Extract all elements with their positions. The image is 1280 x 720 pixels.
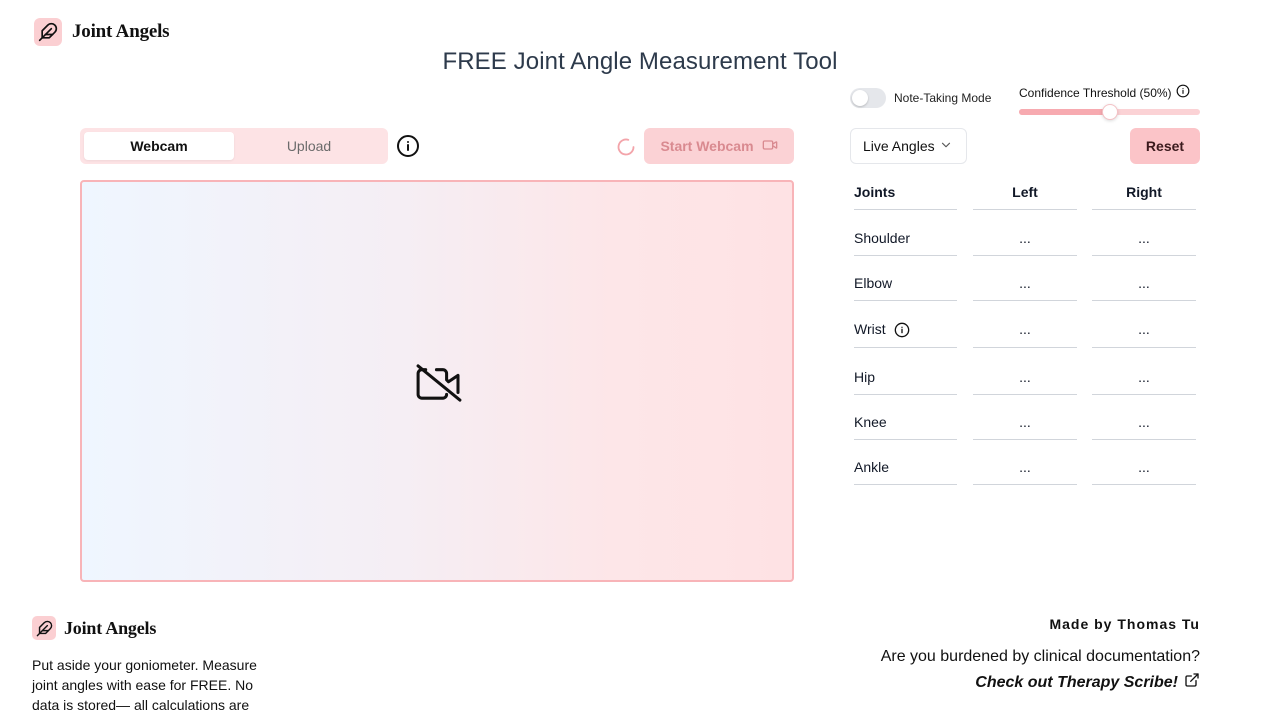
- video-off-icon: [416, 364, 462, 402]
- info-icon[interactable]: [396, 134, 420, 158]
- left-angle: ...: [973, 459, 1077, 485]
- external-link-icon: [1184, 672, 1200, 693]
- feather-icon: [32, 616, 56, 640]
- joint-name: Elbow: [854, 275, 957, 301]
- left-angle: ...: [973, 414, 1077, 440]
- slider-fill: [1019, 109, 1110, 115]
- right-angle: ...: [1092, 369, 1196, 395]
- info-icon[interactable]: [1176, 84, 1190, 101]
- angle-mode-value: Live Angles: [863, 138, 935, 154]
- confidence-label: Confidence Threshold (50%): [1019, 85, 1172, 100]
- logo-text: Joint Angels: [72, 21, 170, 42]
- page-title: FREE Joint Angle Measurement Tool: [442, 48, 838, 75]
- therapy-scribe-link-text: Check out Therapy Scribe!: [975, 673, 1178, 691]
- joint-name: Ankle: [854, 459, 957, 485]
- video-preview-area: [80, 180, 794, 582]
- joint-name: Hip: [854, 369, 957, 395]
- joint-name-cell: Wrist: [854, 321, 957, 348]
- right-angle: ...: [1092, 321, 1196, 348]
- note-taking-toggle-row: Note-Taking Mode: [850, 88, 991, 108]
- left-angle: ...: [973, 275, 1077, 301]
- therapy-scribe-link[interactable]: Check out Therapy Scribe!: [975, 672, 1200, 693]
- footer-logo[interactable]: Joint Angels: [32, 616, 156, 640]
- joint-name: Shoulder: [854, 230, 957, 256]
- footer-tagline: Put aside your goniometer. Measure joint…: [32, 657, 257, 720]
- left-angle: ...: [973, 369, 1077, 395]
- note-taking-label: Note-Taking Mode: [894, 91, 992, 105]
- slider-thumb[interactable]: [1101, 104, 1118, 120]
- right-angle: ...: [1092, 230, 1196, 256]
- angle-mode-select[interactable]: Live Angles: [850, 128, 967, 164]
- tab-upload[interactable]: Upload: [234, 132, 384, 160]
- mode-tabs: Webcam Upload: [80, 128, 388, 164]
- info-icon[interactable]: [894, 322, 910, 341]
- right-angle: ...: [1092, 459, 1196, 485]
- start-webcam-button[interactable]: Start Webcam: [644, 128, 794, 164]
- left-angle: ...: [973, 230, 1077, 256]
- confidence-slider[interactable]: [1019, 104, 1200, 120]
- chevron-down-icon: [939, 138, 953, 155]
- column-header-joints: Joints: [854, 184, 957, 210]
- right-angle: ...: [1092, 275, 1196, 301]
- footer-logo-text: Joint Angels: [64, 617, 157, 638]
- header-logo[interactable]: Joint Angels: [34, 18, 170, 46]
- start-webcam-label: Start Webcam: [660, 138, 754, 154]
- joint-name: Knee: [854, 414, 957, 440]
- joint-name: Wrist: [854, 321, 886, 337]
- burden-text: Are you burdened by clinical documentati…: [880, 648, 1200, 665]
- tab-webcam[interactable]: Webcam: [84, 132, 234, 160]
- column-header-right: Right: [1092, 184, 1196, 210]
- toggle-knob: [852, 90, 868, 106]
- note-taking-toggle[interactable]: [850, 88, 886, 108]
- left-angle: ...: [973, 321, 1077, 348]
- video-camera-icon: [762, 137, 778, 156]
- column-header-left: Left: [973, 184, 1077, 210]
- reset-button[interactable]: Reset: [1130, 128, 1200, 164]
- feather-icon: [34, 18, 62, 46]
- loading-spinner-icon: [616, 137, 636, 157]
- confidence-threshold: Confidence Threshold (50%): [1019, 84, 1201, 120]
- right-angle: ...: [1092, 414, 1196, 440]
- made-by: Made by Thomas Tu: [1049, 616, 1200, 632]
